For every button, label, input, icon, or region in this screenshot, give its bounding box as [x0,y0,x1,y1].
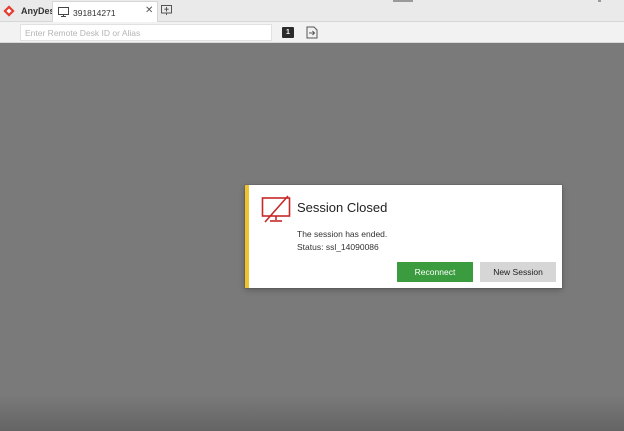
file-transfer-icon[interactable] [306,26,318,39]
remote-id-input[interactable] [20,24,272,41]
reconnect-button[interactable]: Reconnect [397,262,473,282]
dialog-title: Session Closed [297,200,388,215]
close-icon[interactable]: ✕ [145,6,153,16]
monitor-icon [58,7,69,17]
new-tab-icon[interactable] [161,5,172,16]
monitor-disconnected-icon [261,195,291,223]
session-count-badge[interactable]: 1 [282,27,294,38]
dialog-status: Status: ssl_14090086 [297,242,379,252]
anydesk-logo-icon [3,5,15,17]
address-toolbar: 1 [0,22,624,43]
app-brand: AnyDesk [0,0,60,22]
window-edge-marker [598,0,601,2]
tab-bar: AnyDesk 391814271 ✕ [0,0,624,22]
dialog-message: The session has ended. [297,229,388,239]
tab-label: 391814271 [73,8,116,18]
new-session-button[interactable]: New Session [480,262,556,282]
session-closed-dialog: Session Closed The session has ended. St… [245,185,562,288]
bottom-shade [0,395,624,431]
window-edge-marker [393,0,413,2]
tab-session-391814271[interactable]: 391814271 ✕ [52,1,158,22]
